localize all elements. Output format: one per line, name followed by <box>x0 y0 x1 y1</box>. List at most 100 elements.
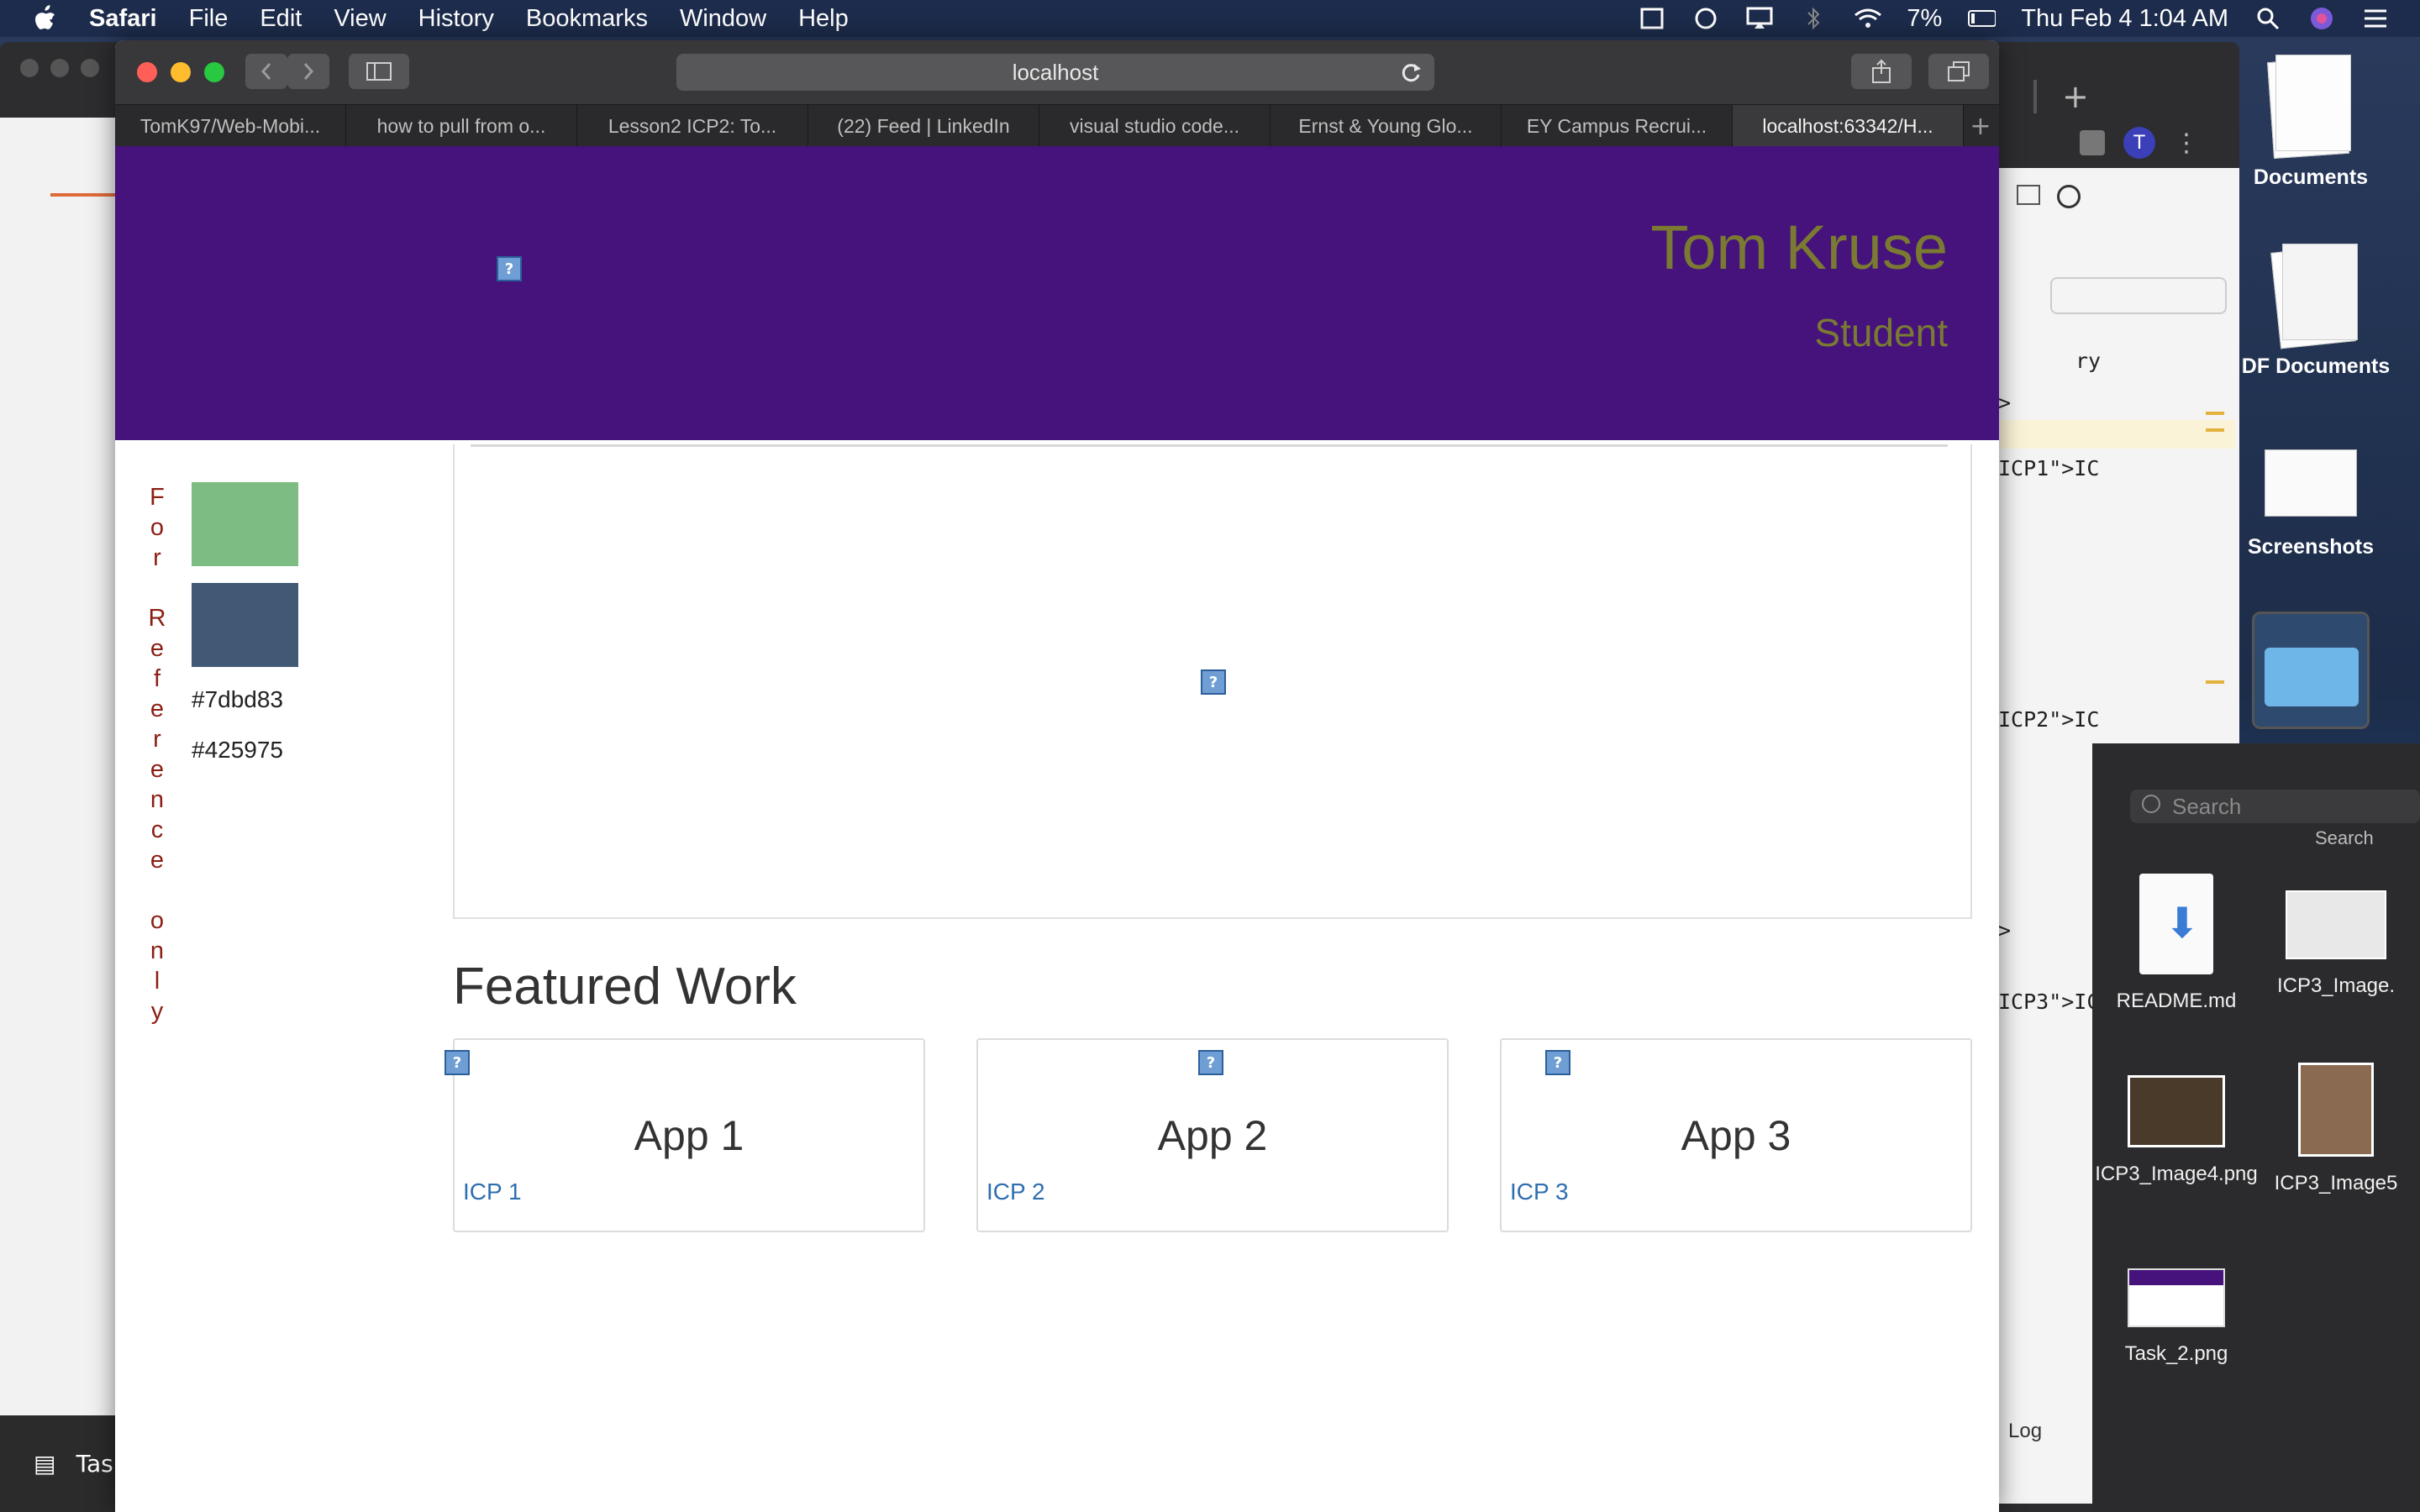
background-page-left <box>0 118 118 1512</box>
documents-folder-icon <box>2265 55 2356 159</box>
image-thumbnail-icon <box>2128 1268 2225 1327</box>
menu-bookmarks[interactable]: Bookmarks <box>526 5 648 33</box>
safari-titlebar: localhost <box>115 40 1999 104</box>
desktop-folder-selected[interactable] <box>2252 612 2370 729</box>
forward-button[interactable] <box>287 54 329 89</box>
tab-ey-campus[interactable]: EY Campus Recrui... <box>1502 105 1733 147</box>
tab-linkedin[interactable]: (22) Feed | LinkedIn <box>808 105 1039 147</box>
image-thumbnail-icon <box>2286 890 2386 959</box>
desktop-icon-pdf-documents[interactable]: DF Documents <box>2232 244 2400 379</box>
close-window-button[interactable] <box>137 62 157 82</box>
menu-extra-icon[interactable] <box>1638 6 1666 31</box>
bluetooth-icon[interactable] <box>1799 6 1828 31</box>
menu-window[interactable]: Window <box>680 5 766 33</box>
chevron-left-icon <box>260 63 271 80</box>
menu-file[interactable]: File <box>189 5 229 33</box>
menu-view[interactable]: View <box>334 5 386 33</box>
minimize-window-button[interactable] <box>171 62 191 82</box>
extension-toolbar: T ⋮ <box>2080 118 2239 168</box>
menu-bar: Safari File Edit View History Bookmarks … <box>0 0 2420 37</box>
airplay-icon[interactable] <box>1745 6 1774 31</box>
more-menu-icon: ⋮ <box>2174 128 2199 158</box>
taskbar-item[interactable]: ▤ Tas <box>0 1415 118 1512</box>
ide-toolbar <box>2017 185 2081 208</box>
address-bar[interactable]: localhost <box>676 54 1434 91</box>
featured-work-heading: Featured Work <box>453 958 797 1016</box>
siri-icon[interactable] <box>2307 6 2336 31</box>
reference-only-vertical-text: For Reference only <box>140 484 171 1037</box>
card-link-icp3[interactable]: ICP 3 <box>1510 1179 1569 1205</box>
card-link-icp2[interactable]: ICP 2 <box>986 1179 1045 1205</box>
extensions-icon <box>2080 130 2105 155</box>
new-tab-button[interactable]: + <box>1964 105 1997 147</box>
finder-file-task2[interactable]: Task_2.png <box>2092 1268 2260 1366</box>
control-center-icon[interactable] <box>2361 6 2390 31</box>
tab-how-to-pull[interactable]: how to pull from o... <box>346 105 577 147</box>
accent-underline <box>50 193 118 197</box>
menu-edit[interactable]: Edit <box>260 5 302 33</box>
spotlight-search-icon[interactable] <box>2254 6 2282 31</box>
header-broken-image-icon: ? <box>497 256 522 281</box>
menubar-clock[interactable]: Thu Feb 4 1:04 AM <box>2021 5 2228 33</box>
line-highlight <box>2000 420 2235 449</box>
card-title: App 1 <box>634 1112 744 1159</box>
web-page: ? Tom Kruse Student For Reference only #… <box>115 146 1999 1512</box>
tab-lesson2[interactable]: Lesson2 ICP2: To... <box>577 105 808 147</box>
address-text: localhost <box>1012 59 1099 85</box>
color-label-green: #7dbd83 <box>192 686 284 712</box>
site-header: ? Tom Kruse Student <box>115 146 1999 440</box>
code-line: > <box>1998 391 2012 415</box>
desktop-icon-screenshots[interactable]: Screenshots <box>2227 449 2395 559</box>
tab-vscode[interactable]: visual studio code... <box>1039 105 1270 147</box>
card-broken-image-icon: ? <box>1545 1050 1570 1075</box>
file-name: ICP3_Image. <box>2276 974 2396 997</box>
taskbar-label: Tas <box>76 1450 113 1478</box>
sidebar-toggle-button[interactable] <box>349 54 409 89</box>
reference-text: For Reference only <box>144 484 171 1028</box>
reload-icon[interactable] <box>1399 60 1423 84</box>
menu-app-name[interactable]: Safari <box>89 5 157 33</box>
back-button[interactable] <box>245 54 287 89</box>
file-name: ICP3_Image5 <box>2274 1172 2398 1194</box>
code-line: > <box>1998 918 2012 942</box>
finder-search-input[interactable]: Search <box>2130 790 2420 823</box>
image-thumbnail-icon <box>2128 1075 2225 1147</box>
sync-icon[interactable] <box>1691 6 1720 31</box>
file-name: README.md <box>2116 990 2237 1012</box>
folder-icon <box>2265 648 2359 706</box>
tab-github[interactable]: TomK97/Web-Mobi... <box>115 105 346 147</box>
menu-help[interactable]: Help <box>798 5 849 33</box>
card-link-icp1[interactable]: ICP 1 <box>463 1179 522 1205</box>
hero-image-box: ? <box>453 444 1972 919</box>
finder-file-icp3-image4[interactable]: ICP3_Image4.png <box>2092 1075 2260 1186</box>
battery-percent: 7% <box>1907 4 1943 32</box>
search-placeholder: Search <box>2172 793 2242 819</box>
code-line: ICP1">IC <box>1998 456 2100 480</box>
desktop-icon-documents[interactable]: Documents <box>2227 55 2395 190</box>
menu-history[interactable]: History <box>418 5 494 33</box>
share-icon <box>1872 59 1891 83</box>
image-thumbnail-icon <box>2298 1063 2374 1157</box>
ide-search-field <box>2050 277 2227 314</box>
pdf-documents-icon <box>2270 244 2361 349</box>
tab-ernst-young[interactable]: Ernst & Young Glo... <box>1270 105 1502 147</box>
tab-bar: TomK97/Web-Mobi... how to pull from o...… <box>115 104 1999 147</box>
share-button[interactable] <box>1851 54 1912 89</box>
file-name: Task_2.png <box>2124 1342 2228 1365</box>
markdown-file-icon: ⬇ <box>2139 874 2213 974</box>
finder-file-icp3-image[interactable]: ICP3_Image. <box>2252 890 2420 998</box>
apple-menu-icon[interactable] <box>32 4 57 33</box>
chevron-right-icon <box>303 63 314 80</box>
sidebar-icon <box>366 62 392 81</box>
header-name: Tom Kruse <box>1650 213 1948 282</box>
tab-localhost[interactable]: localhost:63342/H... <box>1733 105 1964 147</box>
wifi-icon[interactable] <box>1853 6 1882 31</box>
finder-file-readme[interactable]: ⬇ README.md <box>2092 874 2260 1013</box>
document-icon: ▤ <box>34 1450 56 1478</box>
finder-file-icp3-image5[interactable]: ICP3_Image5 <box>2252 1063 2420 1195</box>
zoom-window-button[interactable] <box>204 62 224 82</box>
file-name: ICP3_Image4.png <box>2095 1163 2258 1185</box>
ide-status-log[interactable]: Log <box>2008 1420 2042 1443</box>
tab-overview-button[interactable] <box>1928 54 1989 89</box>
battery-icon[interactable] <box>1967 6 1996 31</box>
